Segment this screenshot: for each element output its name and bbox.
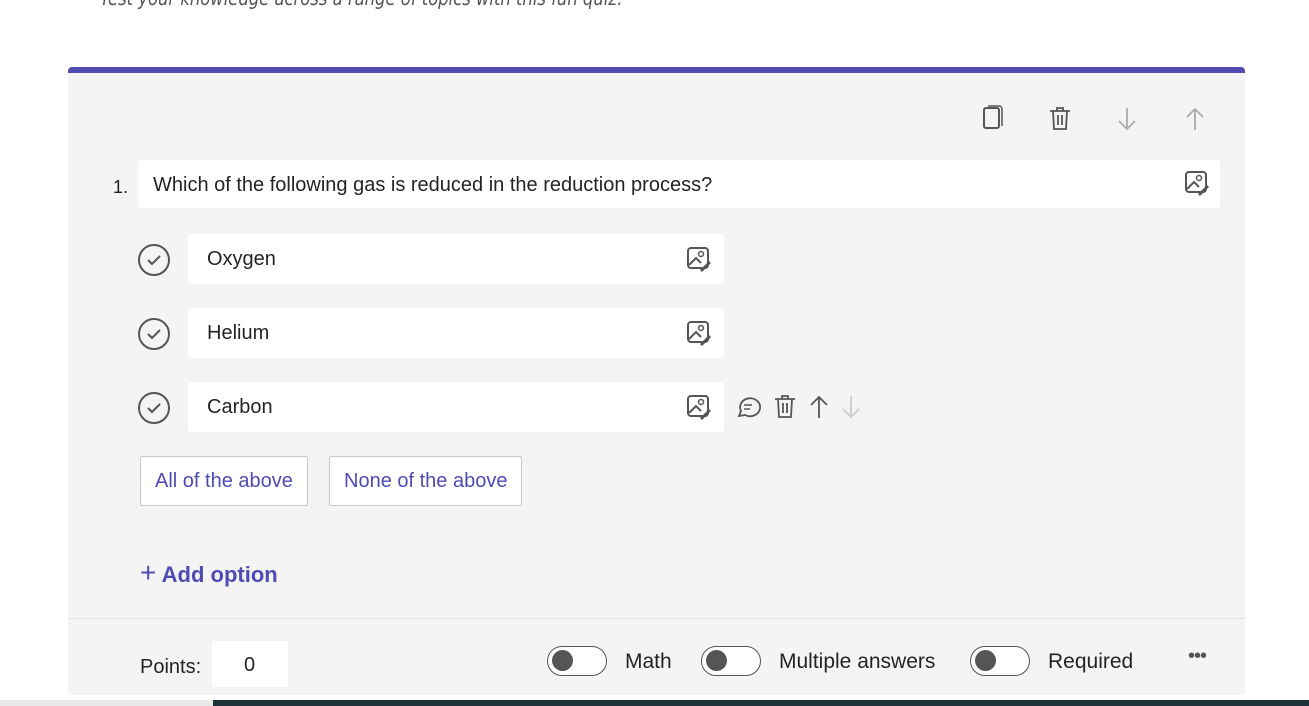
taskbar <box>213 700 1309 706</box>
required-label: Required <box>1048 650 1134 673</box>
insert-media-icon[interactable] <box>686 246 712 272</box>
multiple-answers-label: Multiple answers <box>779 650 936 673</box>
copy-icon[interactable] <box>980 105 1004 131</box>
move-option-up-icon[interactable] <box>808 394 830 420</box>
move-option-down-icon[interactable] <box>840 394 862 420</box>
delete-option-icon[interactable] <box>773 394 797 420</box>
required-toggle[interactable] <box>970 646 1030 676</box>
insert-media-icon[interactable] <box>1184 170 1210 196</box>
question-card[interactable]: 1. Which of the following gas is reduced… <box>68 67 1245 695</box>
move-up-icon[interactable] <box>1184 106 1206 132</box>
correct-answer-check-helium[interactable] <box>138 318 170 350</box>
none-of-the-above-button[interactable]: None of the above <box>329 456 523 506</box>
points-label: Points: <box>140 656 202 678</box>
option-input-carbon[interactable]: Carbon <box>188 382 724 432</box>
more-options-icon[interactable]: ••• <box>1188 645 1207 668</box>
option-input-oxygen[interactable]: Oxygen <box>188 234 724 284</box>
taskbar-left <box>0 700 213 706</box>
insert-media-icon[interactable] <box>686 320 712 346</box>
math-toggle[interactable] <box>547 646 607 676</box>
multiple-answers-toggle[interactable] <box>701 646 761 676</box>
insert-media-icon[interactable] <box>686 394 712 420</box>
question-text-input[interactable]: Which of the following gas is reduced in… <box>138 160 1220 208</box>
add-option-button[interactable]: + Add option <box>140 557 278 589</box>
comment-icon[interactable] <box>735 394 761 420</box>
question-number: 1. <box>113 177 129 197</box>
math-label: Math <box>625 650 672 673</box>
plus-icon: + <box>140 557 157 588</box>
delete-icon[interactable] <box>1048 106 1072 132</box>
correct-answer-check-oxygen[interactable] <box>138 244 170 276</box>
points-input[interactable]: 0 <box>212 641 288 687</box>
all-of-the-above-button[interactable]: All of the above <box>140 456 308 506</box>
correct-answer-check-carbon[interactable] <box>138 392 170 424</box>
move-down-icon[interactable] <box>1116 106 1138 132</box>
form-subtitle: Test your knowledge across a range of to… <box>100 0 623 10</box>
option-input-helium[interactable]: Helium <box>188 308 724 358</box>
